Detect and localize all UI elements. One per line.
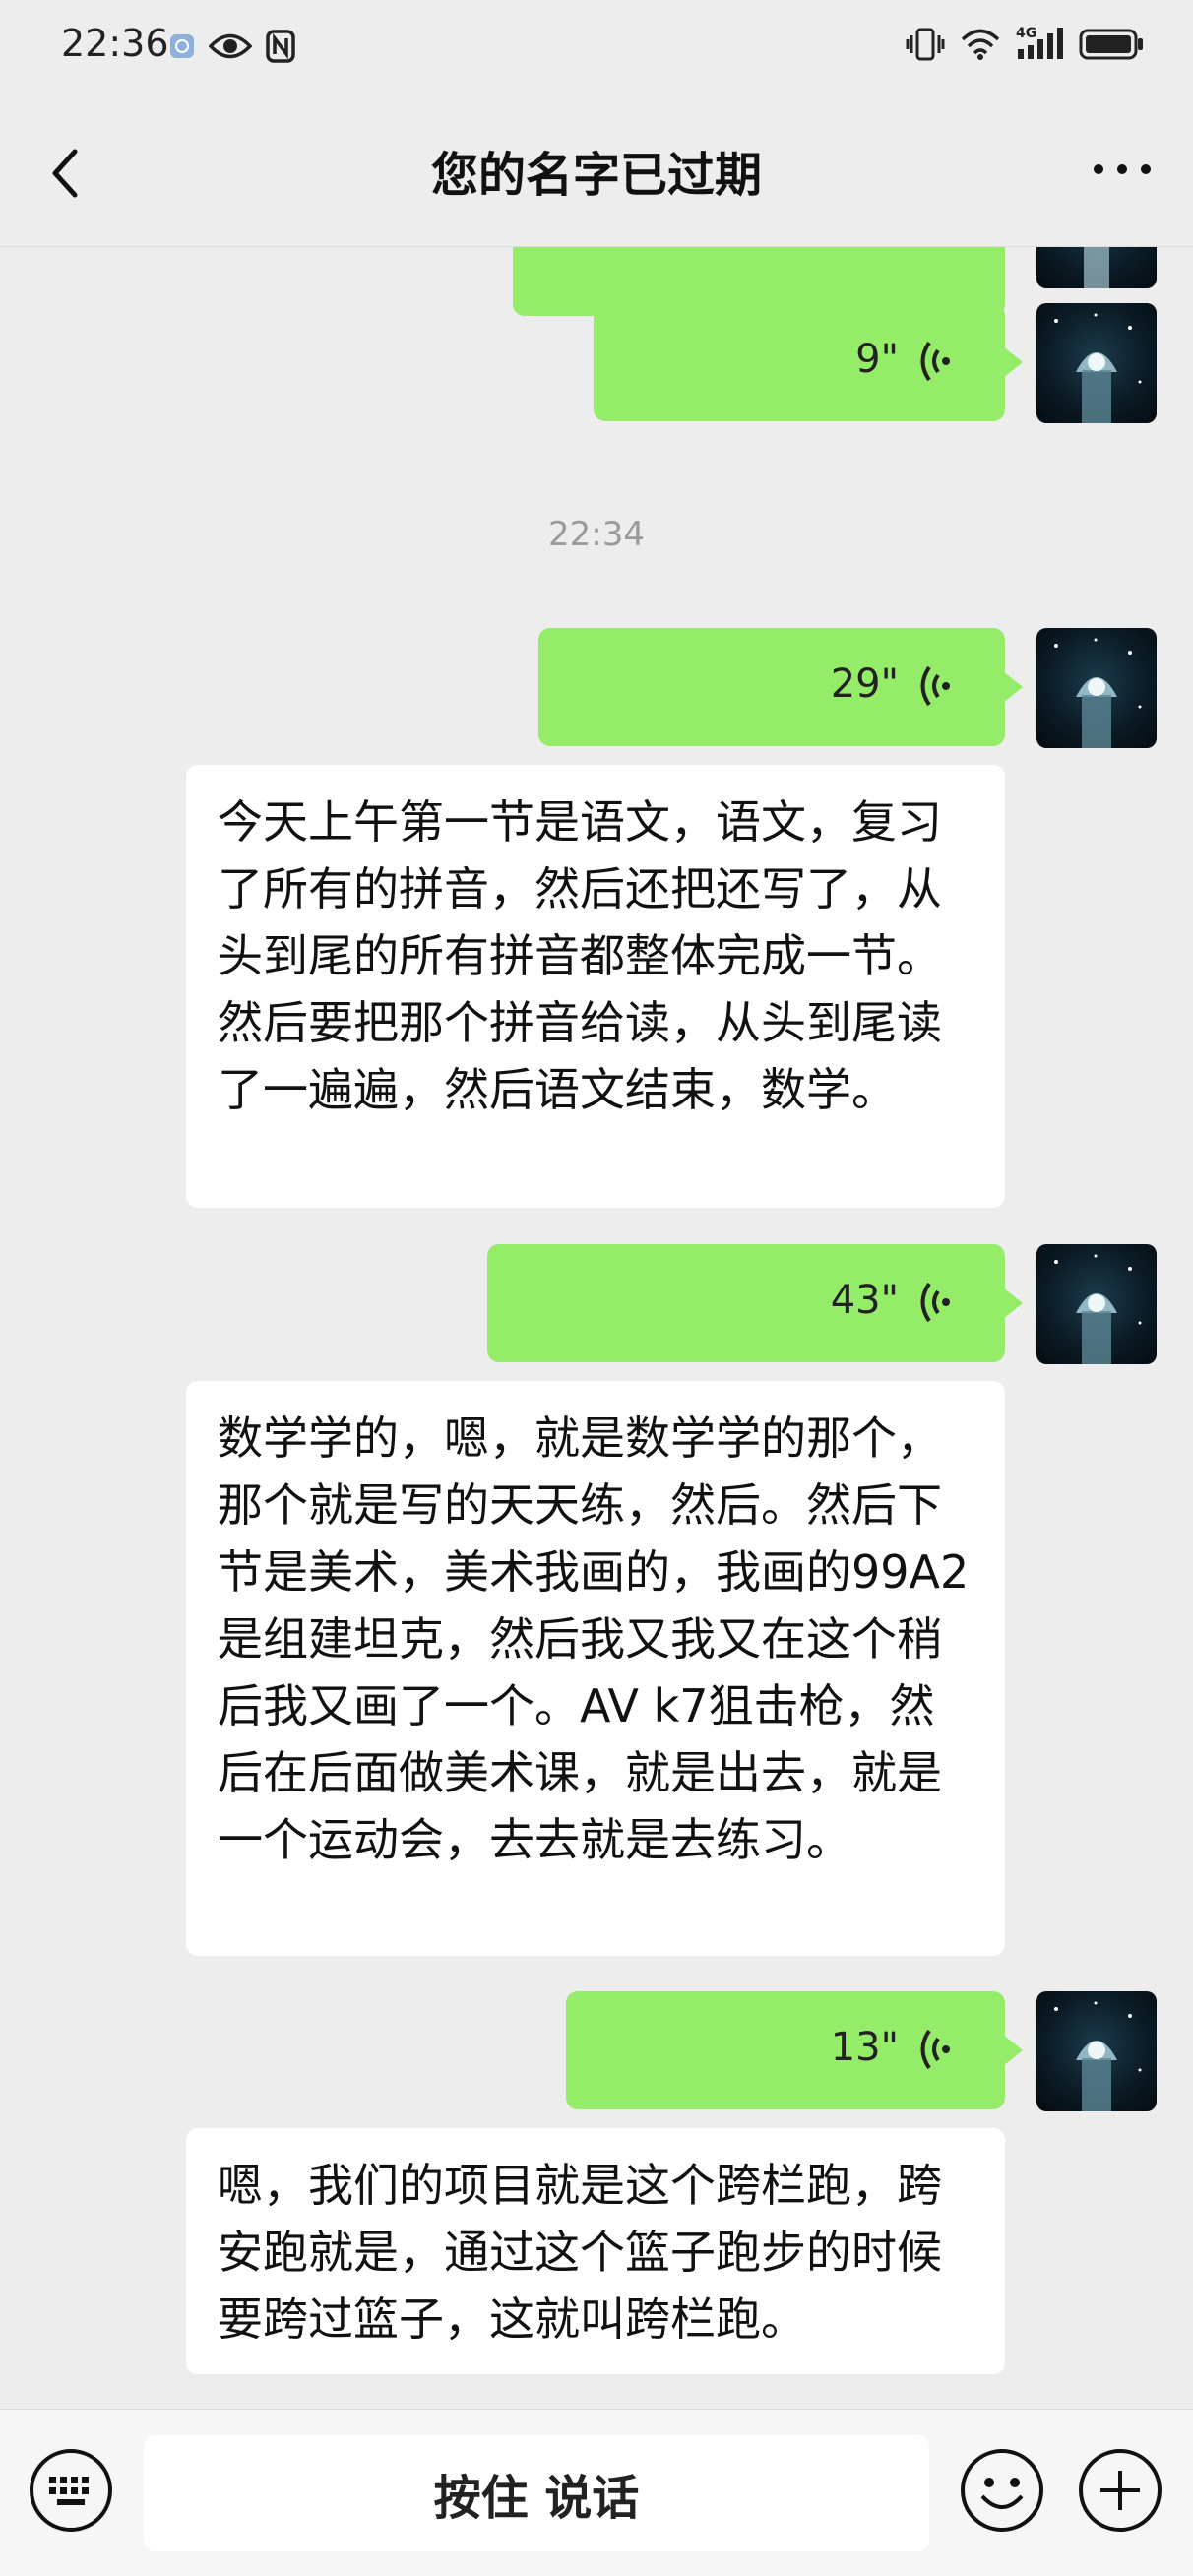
status-icons-left [169, 30, 295, 63]
voice-transcript-bubble[interactable]: 数学学的，嗯，就是数学学的那个，那个就是写的天天练，然后。然后下节是美术，美术我… [186, 1381, 1005, 1956]
more-dots-icon[interactable] [1087, 150, 1158, 189]
voice-wave-icon [920, 341, 950, 382]
vibrate-icon [906, 28, 945, 61]
voice-message[interactable]: 13" [566, 1991, 1023, 2109]
chat-messages: 9" 22:34 29" 今天上午第一节是语文，语文，复习了所有的拼音，然后还把… [0, 247, 1193, 2409]
emoji-icon[interactable] [959, 2447, 1045, 2534]
voice-wave-icon [920, 1282, 950, 1323]
message-timestamp: 22:34 [548, 515, 645, 554]
voice-duration: 43" [830, 1278, 899, 1323]
voice-transcript-bubble[interactable]: 嗯，我们的项目就是这个跨栏跑，跨安跑就是，通过这个篮子跑步的时候要跨过篮子，这就… [186, 2128, 1005, 2374]
voice-duration: 9" [855, 337, 899, 382]
chat-title: 您的名字已过期 [430, 148, 762, 203]
status-icons-right: 4G [906, 26, 1144, 61]
hold-to-talk-button[interactable]: 按住 说话 [144, 2435, 929, 2551]
avatar[interactable] [1036, 303, 1157, 423]
app-indicator-icon [170, 34, 194, 58]
status-bar: 22:36 4G [0, 0, 1193, 96]
chat-header: 您的名字已过期 [0, 96, 1193, 247]
voice-wave-icon [920, 2029, 950, 2070]
voice-wave-icon [920, 665, 950, 707]
battery-icon [1079, 29, 1143, 60]
keyboard-icon[interactable] [28, 2447, 114, 2534]
voice-transcript-bubble[interactable]: 今天上午第一节是语文，语文，复习了所有的拼音，然后还把还写了，从头到尾的所有拼音… [186, 765, 1005, 1208]
wifi-icon [961, 29, 1000, 60]
avatar[interactable] [1036, 1244, 1157, 1364]
plus-circle-icon[interactable] [1077, 2447, 1163, 2534]
voice-message[interactable]: 29" [538, 628, 1023, 746]
voice-duration: 29" [830, 661, 899, 707]
avatar[interactable] [1036, 1991, 1157, 2111]
avatar[interactable] [1036, 247, 1157, 288]
input-bar: 按住 说话 [0, 2409, 1193, 2576]
voice-duration: 13" [830, 2025, 899, 2070]
nfc-icon [266, 30, 295, 63]
cellular-signal-icon: 4G [1016, 26, 1063, 61]
voice-message[interactable]: 43" [487, 1244, 1023, 1362]
voice-message[interactable]: 9" [594, 303, 1023, 421]
status-time: 22:36 [61, 22, 169, 65]
eye-icon [209, 33, 252, 59]
avatar[interactable] [1036, 628, 1157, 748]
